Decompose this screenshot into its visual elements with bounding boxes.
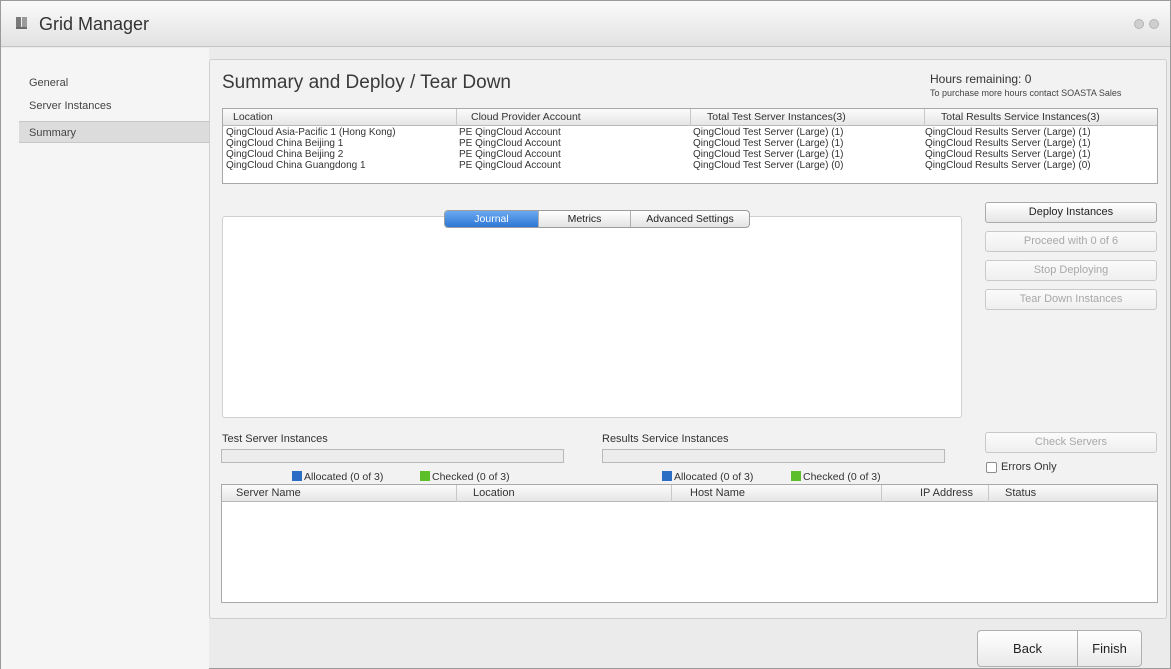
back-button[interactable]: Back: [978, 631, 1078, 666]
servers-table-header: Server Name Location Host Name IP Addres…: [222, 485, 1157, 502]
account-cell: PE QingCloud Account: [459, 138, 561, 149]
column-header-total-test-server-instances[interactable]: Total Test Server Instances(3): [691, 109, 925, 126]
results-checked-legend: Checked (0 of 3): [791, 471, 881, 483]
test-server-progress-bar: [221, 449, 564, 463]
tab-advanced-settings[interactable]: Advanced Settings: [631, 211, 749, 227]
results-service-instances-label: Results Service Instances: [602, 433, 729, 445]
location-cell: QingCloud China Beijing 1: [226, 138, 344, 149]
results-checked-text: Checked (0 of 3): [803, 471, 881, 483]
test-checked-legend: Checked (0 of 3): [420, 471, 510, 483]
sidebar: General Server Instances Summary: [1, 48, 209, 669]
checked-swatch: [791, 471, 801, 481]
results-allocated-legend: Allocated (0 of 3): [662, 471, 753, 483]
location-cell: QingCloud China Beijing 2: [226, 149, 344, 160]
finish-button[interactable]: Finish: [1078, 631, 1141, 666]
locations-table: Location Cloud Provider Account Total Te…: [222, 108, 1158, 184]
column-header-server-name[interactable]: Server Name: [222, 485, 457, 502]
servers-table: Server Name Location Host Name IP Addres…: [221, 484, 1158, 603]
check-servers-button[interactable]: Check Servers: [985, 432, 1157, 453]
stop-deploying-button[interactable]: Stop Deploying: [985, 260, 1157, 281]
sidebar-item-general[interactable]: General: [19, 72, 209, 94]
location-cell: QingCloud China Guangdong 1: [226, 160, 366, 171]
page-title: Summary and Deploy / Tear Down: [222, 72, 511, 93]
test-server-cell: QingCloud Test Server (Large) (0): [693, 160, 844, 171]
grid-manager-window: Grid Manager General Server Instances Su…: [0, 0, 1171, 669]
footer-button-group: Back Finish: [977, 630, 1142, 667]
results-server-cell: QingCloud Results Server (Large) (0): [925, 160, 1091, 171]
hours-remaining: Hours remaining: 0: [930, 72, 1032, 86]
title-bar: Grid Manager: [1, 1, 1170, 47]
tab-journal[interactable]: Journal: [445, 211, 539, 227]
proceed-button[interactable]: Proceed with 0 of 6: [985, 231, 1157, 252]
column-header-host-name[interactable]: Host Name: [672, 485, 882, 502]
account-cell: PE QingCloud Account: [459, 127, 561, 138]
journal-content-area[interactable]: [222, 216, 962, 418]
results-service-progress-bar: [602, 449, 945, 463]
test-server-cell: QingCloud Test Server (Large) (1): [693, 149, 844, 160]
column-header-cloud-provider-account[interactable]: Cloud Provider Account: [457, 109, 691, 126]
column-header-total-results-service-instances[interactable]: Total Results Service Instances(3): [925, 109, 1157, 126]
table-row[interactable]: QingCloud China Beijing 2 PE QingCloud A…: [223, 149, 1157, 160]
test-server-cell: QingCloud Test Server (Large) (1): [693, 138, 844, 149]
summary-panel: Summary and Deploy / Tear Down Hours rem…: [209, 59, 1167, 619]
account-cell: PE QingCloud Account: [459, 149, 561, 160]
locations-table-header: Location Cloud Provider Account Total Te…: [223, 109, 1157, 126]
account-cell: PE QingCloud Account: [459, 160, 561, 171]
allocated-swatch: [292, 471, 302, 481]
table-row[interactable]: QingCloud China Guangdong 1 PE QingCloud…: [223, 160, 1157, 171]
deploy-instances-button[interactable]: Deploy Instances: [985, 202, 1157, 223]
hours-purchase-note: To purchase more hours contact SOASTA Sa…: [930, 88, 1122, 98]
window-title: Grid Manager: [39, 14, 150, 34]
column-header-status[interactable]: Status: [989, 485, 1157, 502]
test-allocated-text: Allocated (0 of 3): [304, 471, 384, 483]
close-icon[interactable]: [1149, 19, 1159, 29]
results-server-cell: QingCloud Results Server (Large) (1): [925, 127, 1091, 138]
table-row[interactable]: QingCloud China Beijing 1 PE QingCloud A…: [223, 138, 1157, 149]
test-checked-text: Checked (0 of 3): [432, 471, 510, 483]
column-header-location[interactable]: Location: [223, 109, 457, 126]
errors-only-checkbox[interactable]: [986, 462, 997, 473]
results-allocated-text: Allocated (0 of 3): [674, 471, 754, 483]
column-header-location[interactable]: Location: [457, 485, 672, 502]
results-server-cell: QingCloud Results Server (Large) (1): [925, 138, 1091, 149]
grid-icon: [15, 16, 29, 30]
test-server-cell: QingCloud Test Server (Large) (1): [693, 127, 844, 138]
column-header-ip-address[interactable]: IP Address: [882, 485, 989, 502]
test-allocated-legend: Allocated (0 of 3): [292, 471, 383, 483]
checked-swatch: [420, 471, 430, 481]
allocated-swatch: [662, 471, 672, 481]
table-row[interactable]: QingCloud Asia-Pacific 1 (Hong Kong) PE …: [223, 127, 1157, 138]
errors-only-label: Errors Only: [1001, 461, 1057, 473]
tear-down-instances-button[interactable]: Tear Down Instances: [985, 289, 1157, 310]
results-server-cell: QingCloud Results Server (Large) (1): [925, 149, 1091, 160]
minimize-icon[interactable]: [1134, 19, 1144, 29]
tab-metrics[interactable]: Metrics: [539, 211, 631, 227]
test-server-instances-label: Test Server Instances: [222, 433, 328, 445]
view-tabs: Journal Metrics Advanced Settings: [444, 210, 750, 228]
sidebar-item-server-instances[interactable]: Server Instances: [19, 95, 209, 117]
location-cell: QingCloud Asia-Pacific 1 (Hong Kong): [226, 127, 396, 138]
sidebar-item-summary[interactable]: Summary: [19, 121, 209, 143]
